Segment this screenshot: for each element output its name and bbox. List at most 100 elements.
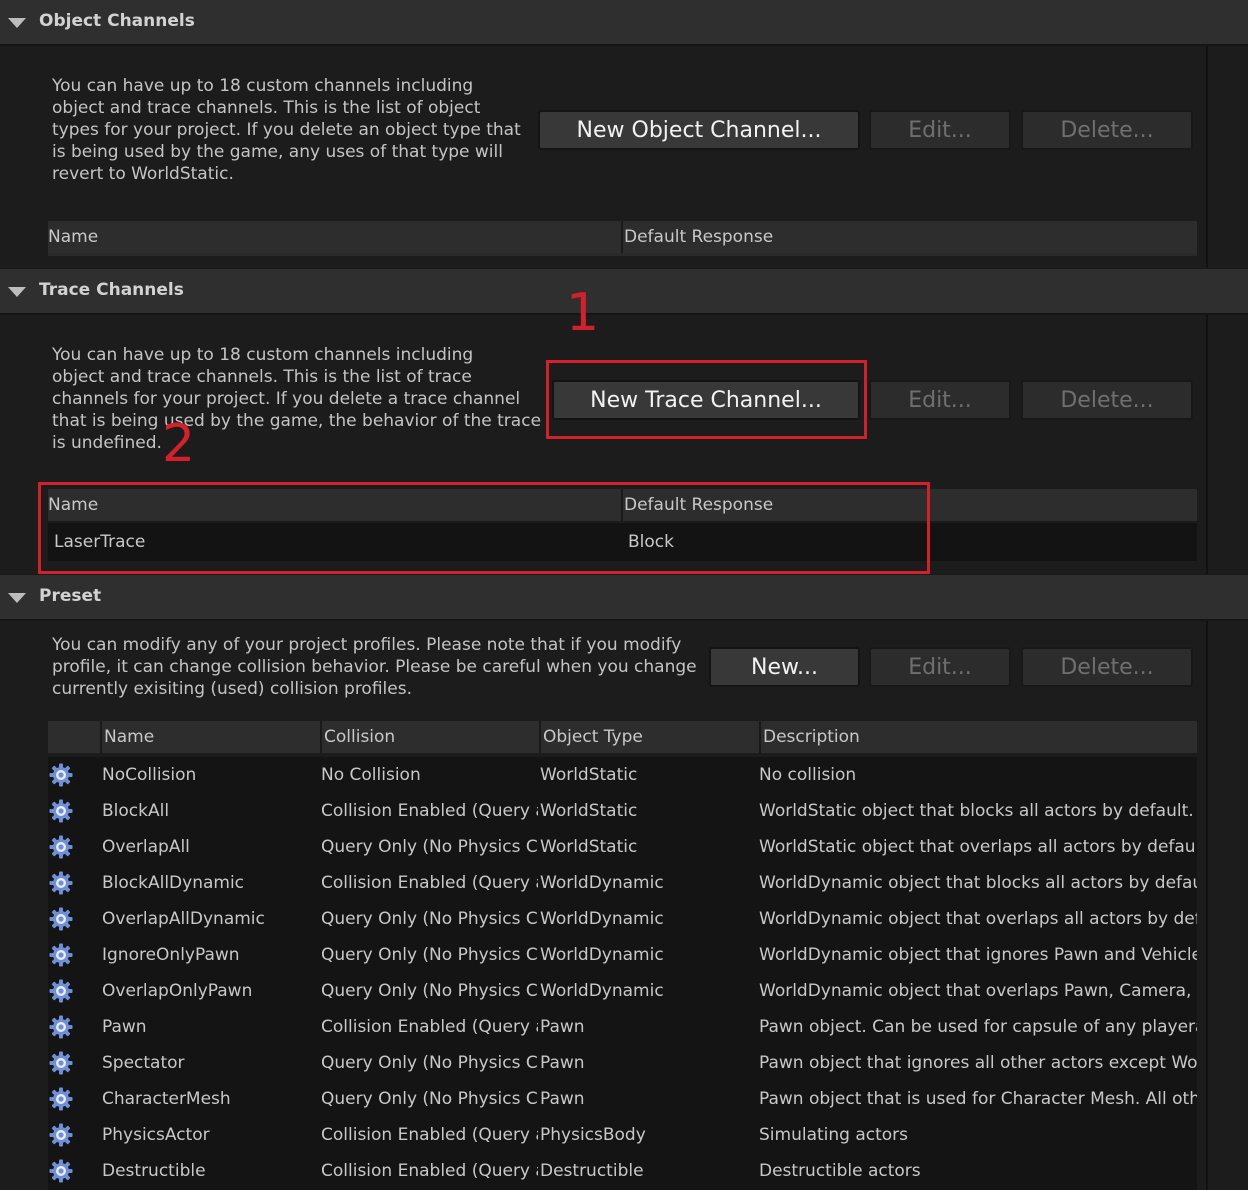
preset-collision: Query Only (No Physics Collision) <box>321 1053 538 1073</box>
preset-description: Pawn object that is used for Character M… <box>759 1089 1197 1109</box>
table-row[interactable]: IgnoreOnlyPawn Query Only (No Physics Co… <box>48 937 1197 973</box>
preset-collision: Collision Enabled (Query and Physics) <box>321 873 538 893</box>
collapse-arrow-icon[interactable] <box>8 18 26 28</box>
gear-icon <box>49 835 73 859</box>
table-row[interactable]: OverlapOnlyPawn Query Only (No Physics C… <box>48 973 1197 1009</box>
annotation-number-2: 2 <box>162 414 196 474</box>
preset-collision: No Collision <box>321 765 421 785</box>
section-title: Preset <box>39 586 102 606</box>
column-header-description[interactable]: Description <box>763 721 860 753</box>
preset-name: OverlapOnlyPawn <box>102 981 253 1001</box>
table-row[interactable]: NoCollision No Collision WorldStatic No … <box>48 757 1197 793</box>
preset-object-type: WorldDynamic <box>540 981 664 1001</box>
preset-collision: Collision Enabled (Query and Physics) <box>321 801 538 821</box>
preset-description: WorldStatic object that blocks all actor… <box>759 801 1194 821</box>
preset-object-type: WorldDynamic <box>540 873 664 893</box>
column-divider[interactable] <box>100 721 102 753</box>
preset-description: You can modify any of your project profi… <box>52 635 697 699</box>
table-row[interactable]: CharacterMesh Query Only (No Physics Col… <box>48 1081 1197 1117</box>
trace-channels-gutter <box>1206 315 1248 574</box>
table-row[interactable]: OverlapAllDynamic Query Only (No Physics… <box>48 901 1197 937</box>
annotation-number-1: 1 <box>566 283 600 343</box>
preset-name: BlockAll <box>102 801 170 821</box>
preset-description: WorldDynamic object that ignores Pawn an… <box>759 945 1197 965</box>
gear-icon <box>49 871 73 895</box>
gear-icon <box>49 1123 73 1147</box>
object-channels-table-header: Name Default Response <box>48 221 1197 253</box>
preset-object-type: WorldStatic <box>540 765 638 785</box>
preset-collision: Collision Enabled (Query and Physics) <box>321 1161 538 1181</box>
preset-description: Pawn object that ignores all other actor… <box>759 1053 1197 1073</box>
table-row[interactable]: BlockAll Collision Enabled (Query and Ph… <box>48 793 1197 829</box>
edit-preset-button[interactable]: Edit... <box>869 647 1011 687</box>
preset-name: Spectator <box>102 1053 185 1073</box>
preset-gutter <box>1206 621 1248 1190</box>
preset-description: WorldDynamic object that overlaps Pawn, … <box>759 981 1197 1001</box>
table-row[interactable]: BlockAllDynamic Collision Enabled (Query… <box>48 865 1197 901</box>
preset-name: OverlapAllDynamic <box>102 909 265 929</box>
delete-trace-channel-button[interactable]: Delete... <box>1021 380 1193 420</box>
column-divider[interactable] <box>621 221 623 253</box>
table-row[interactable]: Pawn Collision Enabled (Query and Physic… <box>48 1009 1197 1045</box>
edit-object-channel-button[interactable]: Edit... <box>869 110 1011 150</box>
preset-name: BlockAllDynamic <box>102 873 245 893</box>
preset-description: WorldDynamic object that blocks all acto… <box>759 873 1197 893</box>
preset-object-type: Destructible <box>540 1161 644 1181</box>
table-row[interactable]: OverlapAll Query Only (No Physics Collis… <box>48 829 1197 865</box>
preset-table-body: NoCollision No Collision WorldStatic No … <box>48 757 1197 1190</box>
gear-icon <box>49 943 73 967</box>
preset-table-header: Name Collision Object Type Description <box>48 721 1197 753</box>
table-row[interactable]: Spectator Query Only (No Physics Collisi… <box>48 1045 1197 1081</box>
collapse-arrow-icon[interactable] <box>8 287 26 297</box>
delete-preset-button[interactable]: Delete... <box>1021 647 1193 687</box>
preset-description: Pawn object. Can be used for capsule of … <box>759 1017 1197 1037</box>
section-title: Object Channels <box>39 11 195 31</box>
gear-icon <box>49 763 73 787</box>
edit-trace-channel-button[interactable]: Edit... <box>869 380 1011 420</box>
delete-object-channel-button[interactable]: Delete... <box>1021 110 1193 150</box>
preset-description: Simulating actors <box>759 1125 909 1145</box>
preset-collision: Collision Enabled (Query and Physics) <box>321 1125 538 1145</box>
column-header-collision[interactable]: Collision <box>324 721 395 753</box>
preset-name: Destructible <box>102 1161 206 1181</box>
preset-name: OverlapAll <box>102 837 190 857</box>
gear-icon <box>49 1159 73 1183</box>
table-row[interactable]: PhysicsActor Collision Enabled (Query an… <box>48 1117 1197 1153</box>
highlight-box-new-trace <box>546 360 867 439</box>
preset-object-type: Pawn <box>540 1053 585 1073</box>
new-preset-button[interactable]: New... <box>709 647 860 687</box>
table-bottom-border <box>48 253 1197 256</box>
gear-icon <box>49 799 73 823</box>
gear-icon <box>49 979 73 1003</box>
collapse-arrow-icon[interactable] <box>8 593 26 603</box>
preset-collision: Query Only (No Physics Collision) <box>321 981 538 1001</box>
object-channels-header[interactable]: Object Channels <box>0 0 1248 46</box>
column-header-name[interactable]: Name <box>48 221 98 253</box>
column-header-name[interactable]: Name <box>104 721 154 753</box>
section-title: Trace Channels <box>39 280 184 300</box>
column-header-object-type[interactable]: Object Type <box>543 721 643 753</box>
preset-name: Pawn <box>102 1017 147 1037</box>
column-divider[interactable] <box>320 721 322 753</box>
column-header-default-response[interactable]: Default Response <box>624 221 773 253</box>
preset-object-type: PhysicsBody <box>540 1125 646 1145</box>
table-row[interactable]: Destructible Collision Enabled (Query an… <box>48 1153 1197 1189</box>
preset-description: WorldStatic object that overlaps all act… <box>759 837 1197 857</box>
preset-name: CharacterMesh <box>102 1089 231 1109</box>
object-channels-gutter <box>1206 46 1248 268</box>
preset-name: IgnoreOnlyPawn <box>102 945 240 965</box>
preset-object-type: Pawn <box>540 1089 585 1109</box>
preset-name: PhysicsActor <box>102 1125 210 1145</box>
column-divider[interactable] <box>759 721 761 753</box>
preset-header[interactable]: Preset <box>0 575 1248 621</box>
preset-collision: Query Only (No Physics Collision) <box>321 1089 538 1109</box>
preset-collision: Collision Enabled (Query and Physics) <box>321 1017 538 1037</box>
column-divider[interactable] <box>539 721 541 753</box>
preset-object-type: WorldStatic <box>540 837 638 857</box>
trace-channels-header[interactable]: Trace Channels <box>0 269 1248 315</box>
new-object-channel-button[interactable]: New Object Channel... <box>538 110 860 150</box>
preset-description: Destructible actors <box>759 1161 921 1181</box>
gear-icon <box>49 1087 73 1111</box>
trace-channels-description: You can have up to 18 custom channels in… <box>52 345 542 453</box>
preset-description: WorldDynamic object that overlaps all ac… <box>759 909 1197 929</box>
